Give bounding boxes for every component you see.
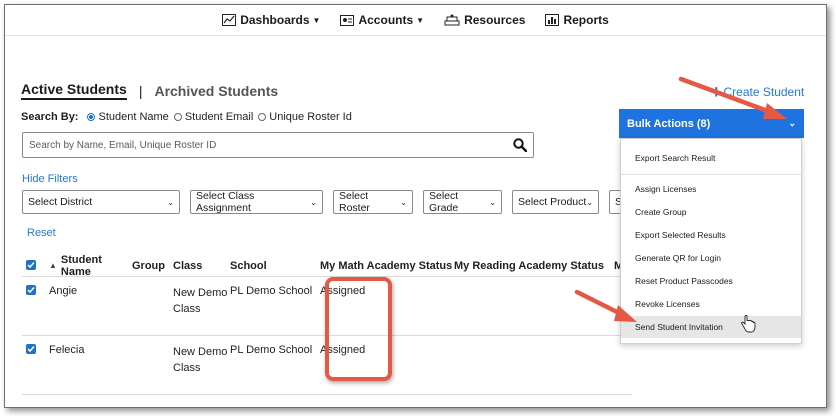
tab-archived-students[interactable]: Archived Students bbox=[154, 83, 278, 99]
student-name: Felecia bbox=[49, 344, 85, 356]
check-icon bbox=[27, 287, 35, 294]
check-icon bbox=[27, 261, 35, 268]
menu-item-generate-qr[interactable]: Generate QR for Login bbox=[621, 247, 801, 269]
student-tabs: Active Students | Archived Students bbox=[21, 81, 278, 100]
chevron-down-icon: ⌄ bbox=[400, 197, 407, 207]
nav-accounts[interactable]: Accounts ▼ bbox=[340, 13, 424, 27]
filter-class-assignment-label: Select Class Assignment bbox=[196, 190, 255, 214]
search-input[interactable] bbox=[29, 139, 509, 151]
filter-bar: Select District ⌄ Select Class Assignmen… bbox=[22, 190, 649, 214]
filter-grade-label: Select Grade bbox=[429, 190, 459, 214]
student-class: New Demo Class bbox=[173, 287, 228, 315]
radio-student-email-label: Student Email bbox=[184, 111, 254, 123]
chevron-down-icon: ⌄ bbox=[586, 197, 593, 207]
annotation-arrow-icon bbox=[574, 289, 637, 322]
column-math-status: My Math Academy Status bbox=[320, 259, 453, 272]
book-stack-icon bbox=[444, 14, 460, 26]
nav-reports-label: Reports bbox=[563, 13, 609, 27]
radio-student-name-label: Student Name bbox=[98, 111, 169, 123]
sort-icon: ▲ bbox=[49, 261, 57, 270]
row-select-cell bbox=[22, 285, 39, 297]
menu-item-revoke-licenses[interactable]: Revoke Licenses bbox=[621, 293, 801, 315]
filter-product[interactable]: Select Product ⌄ bbox=[512, 190, 599, 214]
column-reading-status: My Reading Academy Status bbox=[454, 259, 604, 272]
chevron-down-icon: ▼ bbox=[416, 15, 425, 25]
nav-resources[interactable]: Resources bbox=[444, 13, 525, 27]
row-checkbox[interactable] bbox=[26, 285, 36, 295]
check-icon bbox=[27, 346, 35, 353]
table-header: ▲ Student Name Group Class School My Mat… bbox=[22, 254, 632, 278]
menu-item-export-search-result[interactable]: Export Search Result bbox=[621, 147, 801, 169]
radio-student-name[interactable] bbox=[87, 113, 96, 121]
app-window: Dashboards ▼ Accounts ▼ Resources Report… bbox=[4, 4, 827, 408]
chevron-down-icon: ⌄ bbox=[167, 197, 174, 207]
radio-unique-roster-id[interactable] bbox=[258, 113, 267, 121]
nav-reports[interactable]: Reports bbox=[545, 13, 609, 27]
row-select-cell bbox=[22, 344, 39, 356]
annotation-highlight-box bbox=[325, 277, 392, 381]
nav-dashboards[interactable]: Dashboards ▼ bbox=[222, 13, 320, 27]
bar-chart-icon bbox=[545, 14, 560, 26]
column-school: School bbox=[230, 259, 267, 272]
radio-unique-roster-id-label: Unique Roster Id bbox=[269, 111, 352, 123]
column-class: Class bbox=[173, 259, 203, 272]
nav-resources-label: Resources bbox=[464, 13, 526, 27]
menu-item-export-selected-results[interactable]: Export Selected Results bbox=[621, 224, 801, 246]
menu-item-create-group[interactable]: Create Group bbox=[621, 201, 801, 223]
search-icon[interactable] bbox=[513, 138, 528, 157]
select-all-checkbox[interactable] bbox=[26, 259, 36, 270]
tab-active-students[interactable]: Active Students bbox=[21, 81, 127, 100]
column-student-name[interactable]: ▲ Student Name bbox=[39, 254, 132, 278]
student-school: PL Demo School bbox=[230, 285, 313, 297]
hide-filters-link[interactable]: Hide Filters bbox=[22, 173, 78, 185]
search-by-group: Search By: Student Name Student Email Un… bbox=[21, 111, 352, 123]
id-card-icon bbox=[340, 15, 355, 26]
filter-class-assignment[interactable]: Select Class Assignment ⌄ bbox=[190, 190, 323, 214]
reset-link[interactable]: Reset bbox=[27, 227, 56, 239]
top-navigation: Dashboards ▼ Accounts ▼ Resources Report… bbox=[5, 5, 826, 36]
nav-accounts-label: Accounts bbox=[358, 13, 414, 27]
chevron-down-icon: ⌄ bbox=[310, 197, 317, 207]
column-group: Group bbox=[132, 259, 165, 272]
menu-item-send-student-invitation[interactable]: Send Student Invitation bbox=[621, 316, 801, 338]
search-box bbox=[22, 132, 534, 158]
chevron-down-icon: ⌄ bbox=[489, 197, 496, 207]
tab-separator: | bbox=[138, 82, 143, 99]
column-student-name-label: Student Name bbox=[60, 253, 102, 278]
student-school: PL Demo School bbox=[230, 344, 313, 356]
filter-product-label: Select Product bbox=[518, 196, 587, 208]
filter-district[interactable]: Select District ⌄ bbox=[22, 190, 180, 214]
chevron-down-icon: ▼ bbox=[312, 15, 321, 25]
menu-item-reset-passcodes[interactable]: Reset Product Passcodes bbox=[621, 270, 801, 292]
filter-district-label: Select District bbox=[28, 196, 93, 208]
row-checkbox[interactable] bbox=[26, 344, 36, 354]
chart-line-icon bbox=[222, 14, 237, 26]
search-by-label: Search By: bbox=[21, 111, 79, 123]
filter-roster[interactable]: Select Roster ⌄ bbox=[333, 190, 413, 214]
bulk-actions-menu: Export Search Result Assign Licenses Cre… bbox=[620, 138, 802, 344]
select-all-cell bbox=[22, 259, 39, 272]
student-class: New Demo Class bbox=[173, 346, 228, 374]
menu-divider bbox=[621, 174, 801, 175]
filter-grade[interactable]: Select Grade ⌄ bbox=[423, 190, 502, 214]
filter-roster-label: Select Roster bbox=[339, 190, 370, 214]
hand-cursor-icon bbox=[740, 315, 756, 333]
nav-dashboards-label: Dashboards bbox=[240, 13, 310, 27]
annotation-arrow-icon bbox=[678, 76, 787, 119]
student-name: Angie bbox=[49, 285, 78, 297]
radio-student-email[interactable] bbox=[173, 113, 182, 121]
menu-item-assign-licenses[interactable]: Assign Licenses bbox=[621, 178, 801, 200]
